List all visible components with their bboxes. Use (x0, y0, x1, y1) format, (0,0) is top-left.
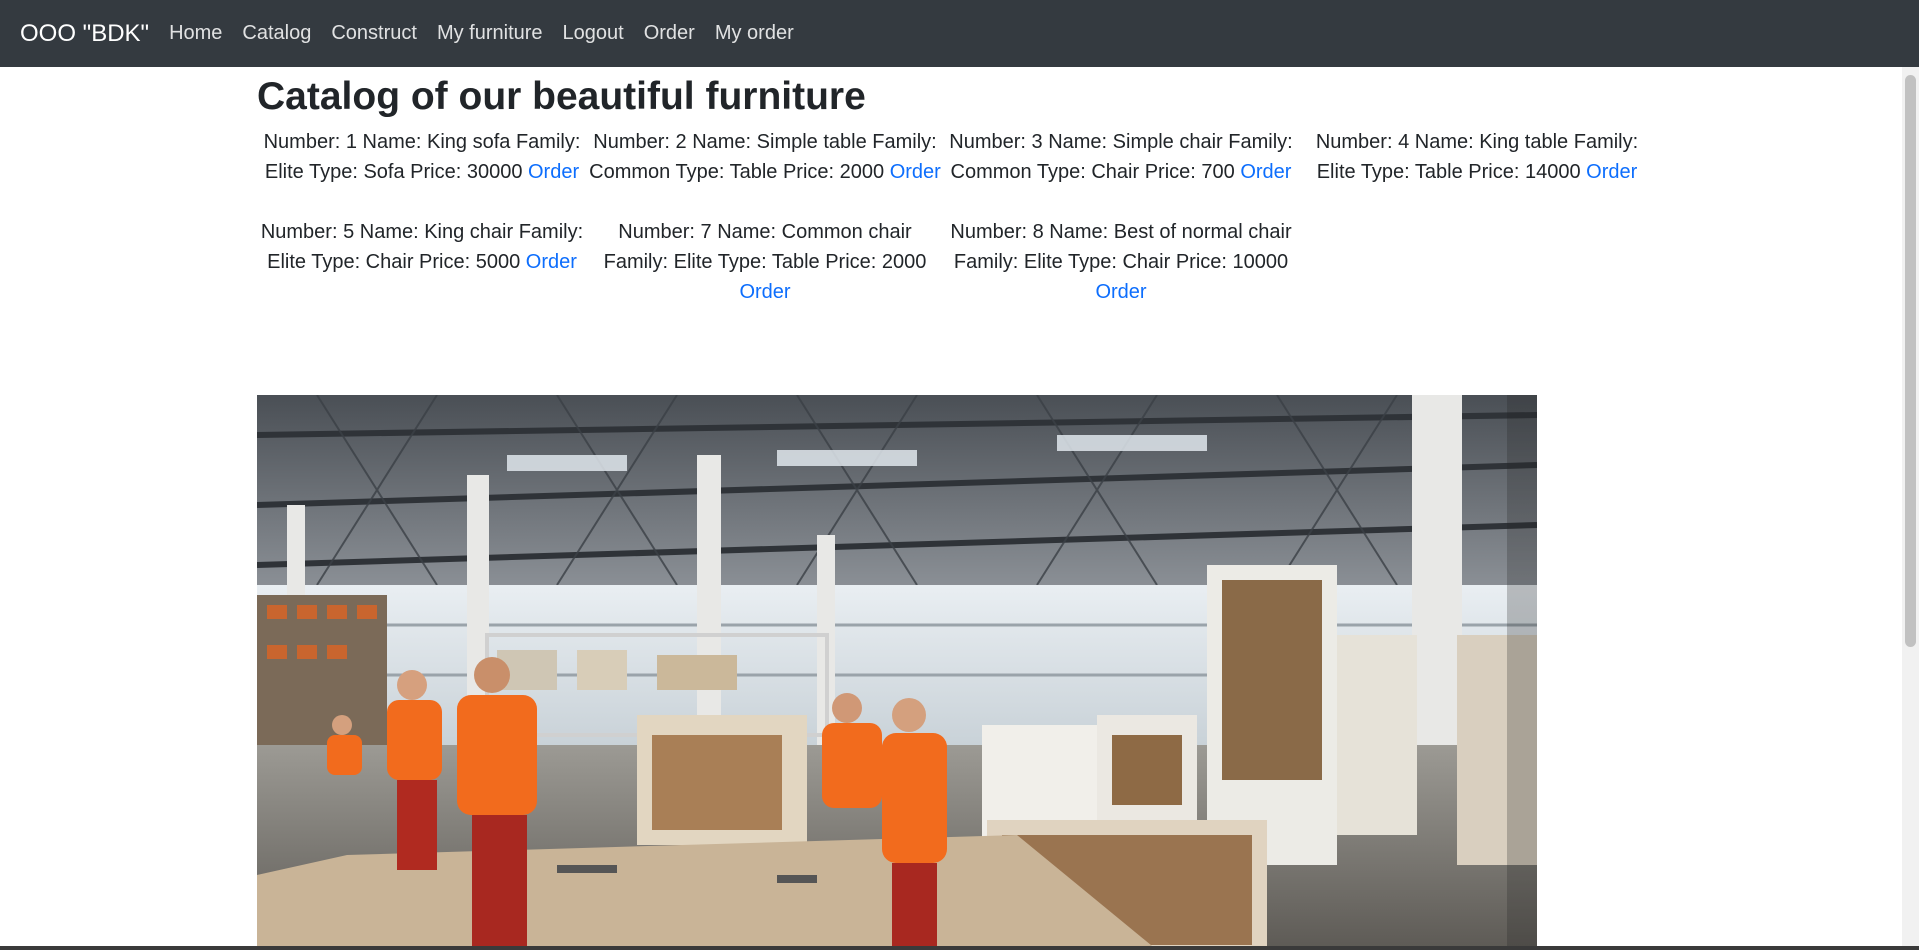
catalog-item: Number: 1 Name: King sofa Family: Elite … (257, 127, 587, 217)
catalog-item: Number: 5 Name: King chair Family: Elite… (257, 217, 587, 337)
catalog-item-text: Number: 7 Name: Common chair Family: Eli… (603, 221, 927, 273)
catalog-item-text: Number: 8 Name: Best of normal chair Fam… (950, 221, 1292, 273)
top-navbar: OOO "BDK" Home Catalog Construct My furn… (0, 0, 1919, 67)
order-link[interactable]: Order (739, 281, 790, 303)
nav-catalog[interactable]: Catalog (232, 22, 321, 45)
order-link[interactable]: Order (1586, 161, 1637, 183)
order-link[interactable]: Order (1095, 281, 1146, 303)
catalog-item: Number: 7 Name: Common chair Family: Eli… (587, 217, 943, 337)
nav-my-order[interactable]: My order (705, 22, 804, 45)
nav-order[interactable]: Order (634, 22, 705, 45)
order-link[interactable]: Order (890, 161, 941, 183)
catalog-item: Number: 2 Name: Simple table Family: Com… (587, 127, 943, 217)
catalog-item: Number: 3 Name: Simple chair Family: Com… (943, 127, 1299, 217)
brand-link[interactable]: OOO "BDK" (20, 20, 149, 48)
main-content: Catalog of our beautiful furniture Numbe… (257, 67, 1657, 337)
factory-photo (257, 395, 1537, 950)
factory-photo-illustration (257, 395, 1537, 950)
bottom-edge (0, 946, 1919, 950)
order-link[interactable]: Order (1240, 161, 1291, 183)
nav-logout[interactable]: Logout (553, 22, 634, 45)
vertical-scrollbar[interactable] (1902, 67, 1919, 950)
page-title: Catalog of our beautiful furniture (257, 75, 866, 118)
catalog-item: Number: 8 Name: Best of normal chair Fam… (943, 217, 1299, 337)
catalog-grid: Number: 1 Name: King sofa Family: Elite … (257, 127, 1657, 337)
nav-construct[interactable]: Construct (321, 22, 427, 45)
catalog-item: Number: 4 Name: King table Family: Elite… (1299, 127, 1655, 217)
nav-my-furniture[interactable]: My furniture (427, 22, 553, 45)
nav-home[interactable]: Home (159, 22, 232, 45)
scrollbar-thumb[interactable] (1905, 75, 1916, 647)
order-link[interactable]: Order (528, 161, 579, 183)
order-link[interactable]: Order (526, 251, 577, 273)
catalog-item-text: Number: 2 Name: Simple table Family: Com… (589, 131, 937, 183)
